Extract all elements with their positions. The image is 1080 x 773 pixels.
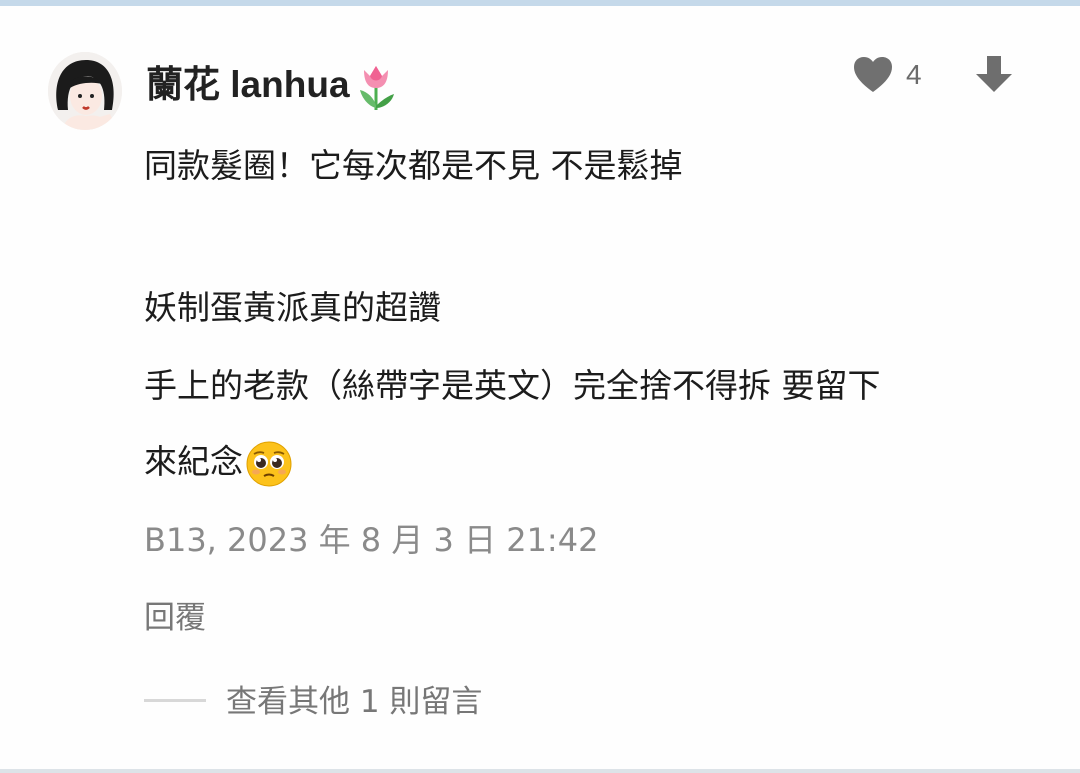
heart-icon xyxy=(854,57,892,92)
reply-button[interactable]: 回覆 xyxy=(144,594,206,642)
author-name-text[interactable]: 蘭花 lanhua xyxy=(146,64,350,105)
comment-timestamp: B13, 2023 年 8 月 3 日 21:42 xyxy=(144,521,599,559)
arrow-down-icon xyxy=(976,56,1012,92)
avatar[interactable] xyxy=(48,52,122,130)
dislike-button[interactable] xyxy=(974,54,1014,94)
top-border xyxy=(0,0,1080,6)
view-more-replies-button[interactable]: 查看其他 1 則留言 xyxy=(226,678,482,726)
comment-body-line: 來紀念 xyxy=(144,442,243,481)
like-button[interactable] xyxy=(852,56,894,94)
comment-body-last-line: 來紀念 xyxy=(144,437,293,488)
pleading-face-icon xyxy=(245,440,293,488)
comment-body-line: 手上的老款（絲帶字是英文）完全捨不得拆 要留下 xyxy=(144,366,881,405)
comment-body-line: 同款髮圈！它每次都是不見 不是鬆掉 xyxy=(144,146,683,185)
view-more-divider xyxy=(144,699,206,702)
author-name[interactable]: 蘭花 lanhua xyxy=(146,60,398,112)
bottom-border xyxy=(0,769,1080,773)
comment-body-line: 妖制蛋黃派真的超讚 xyxy=(144,288,441,327)
avatar-illustration xyxy=(48,52,122,130)
like-count: 4 xyxy=(906,59,922,90)
tulip-icon xyxy=(354,62,398,112)
